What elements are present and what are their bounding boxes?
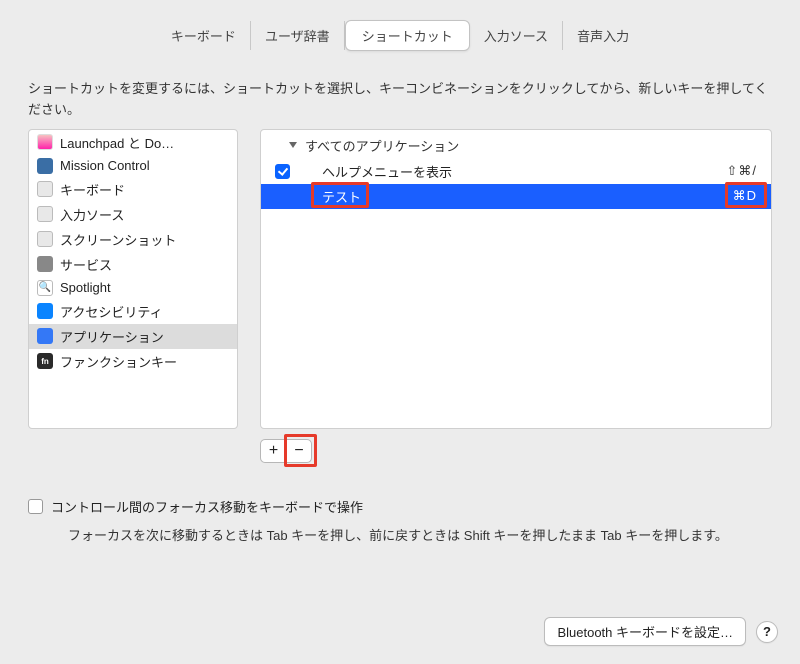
bluetooth-setup-button[interactable]: Bluetooth キーボードを設定… xyxy=(544,617,746,646)
focus-checkbox-label: コントロール間のフォーカス移動をキーボードで操作 xyxy=(51,497,363,516)
mission-control-icon xyxy=(37,158,53,174)
tab-userdict[interactable]: ユーザ辞書 xyxy=(251,21,345,50)
disclosure-triangle-icon[interactable] xyxy=(289,142,297,148)
sidebar-item-label: ファンクションキー xyxy=(60,352,177,371)
add-remove-buttons: + − xyxy=(260,439,772,463)
sidebar-item-screenshot[interactable]: スクリーンショット xyxy=(29,227,237,252)
accessibility-icon xyxy=(37,303,53,319)
remove-button[interactable]: − xyxy=(286,439,312,463)
group-header[interactable]: すべてのアプリケーション xyxy=(261,130,771,159)
sidebar-item-label: 入力ソース xyxy=(60,205,124,224)
lower-section: コントロール間のフォーカス移動をキーボードで操作 フォーカスを次に移動するときは… xyxy=(28,497,772,547)
keyboard-icon xyxy=(37,181,53,197)
shortcut-list[interactable]: すべてのアプリケーション ヘルプメニューを表示 ⇧⌘/ テスト ⌘D xyxy=(260,129,772,429)
sidebar-item-label: アプリケーション xyxy=(60,327,164,346)
category-sidebar[interactable]: Launchpad と Do… Mission Control キーボード 入力… xyxy=(28,129,238,429)
sidebar-item-accessibility[interactable]: アクセシビリティ xyxy=(29,299,237,324)
tab-dictation[interactable]: 音声入力 xyxy=(563,21,643,50)
sidebar-item-label: キーボード xyxy=(60,180,125,199)
sidebar-item-label: Spotlight xyxy=(60,280,111,295)
group-header-label: すべてのアプリケーション xyxy=(305,136,459,155)
shortcut-keys[interactable]: ⇧⌘/ xyxy=(726,163,761,179)
screenshot-icon xyxy=(37,231,53,247)
services-icon xyxy=(37,256,53,272)
focus-checkbox-row[interactable]: コントロール間のフォーカス移動をキーボードで操作 xyxy=(28,497,772,516)
launchpad-icon xyxy=(37,134,53,150)
add-button[interactable]: + xyxy=(260,439,286,463)
apps-icon xyxy=(37,328,53,344)
tab-keyboard[interactable]: キーボード xyxy=(157,21,251,50)
focus-explain: フォーカスを次に移動するときは Tab キーを押し、前に戻すときは Shift … xyxy=(68,526,772,547)
shortcut-checkbox[interactable] xyxy=(275,164,290,179)
spotlight-icon: 🔍 xyxy=(37,280,53,296)
fn-icon: fn xyxy=(37,353,53,369)
shortcut-label: テスト xyxy=(298,187,725,206)
sidebar-item-label: Mission Control xyxy=(60,158,150,173)
detail-pane: すべてのアプリケーション ヘルプメニューを表示 ⇧⌘/ テスト ⌘D + − xyxy=(260,129,772,463)
shortcut-label: ヘルプメニューを表示 xyxy=(298,162,718,181)
sidebar-item-apps[interactable]: アプリケーション xyxy=(29,324,237,349)
sidebar-item-launchpad[interactable]: Launchpad と Do… xyxy=(29,130,237,155)
sidebar-item-fnkeys[interactable]: fn ファンクションキー xyxy=(29,349,237,374)
shortcut-row-selected[interactable]: テスト ⌘D xyxy=(261,184,771,209)
sidebar-item-keyboard[interactable]: キーボード xyxy=(29,177,237,202)
sidebar-item-mission[interactable]: Mission Control xyxy=(29,155,237,177)
shortcut-row[interactable]: ヘルプメニューを表示 ⇧⌘/ xyxy=(261,159,771,184)
panes: Launchpad と Do… Mission Control キーボード 入力… xyxy=(28,129,772,463)
focus-checkbox[interactable] xyxy=(28,499,43,514)
prefs-window: キーボード ユーザ辞書 ショートカット 入力ソース 音声入力 ショートカットを変… xyxy=(0,0,800,664)
instruction-text: ショートカットを変更するには、ショートカットを選択し、キーコンビネーションをクリ… xyxy=(0,51,800,129)
tab-bar: キーボード ユーザ辞書 ショートカット 入力ソース 音声入力 xyxy=(0,0,800,51)
sidebar-item-services[interactable]: サービス xyxy=(29,252,237,277)
sidebar-item-spotlight[interactable]: 🔍 Spotlight xyxy=(29,277,237,299)
sidebar-item-label: サービス xyxy=(60,255,112,274)
sidebar-item-label: アクセシビリティ xyxy=(60,302,163,321)
sidebar-item-label: スクリーンショット xyxy=(60,230,176,249)
tab-inputsources[interactable]: 入力ソース xyxy=(470,21,563,50)
input-sources-icon xyxy=(37,206,53,222)
footer: Bluetooth キーボードを設定… ? xyxy=(544,617,778,646)
help-button[interactable]: ? xyxy=(756,621,778,643)
sidebar-item-input[interactable]: 入力ソース xyxy=(29,202,237,227)
sidebar-item-label: Launchpad と Do… xyxy=(60,133,174,152)
shortcut-keys[interactable]: ⌘D xyxy=(733,188,761,204)
tab-shortcuts[interactable]: ショートカット xyxy=(345,20,470,51)
